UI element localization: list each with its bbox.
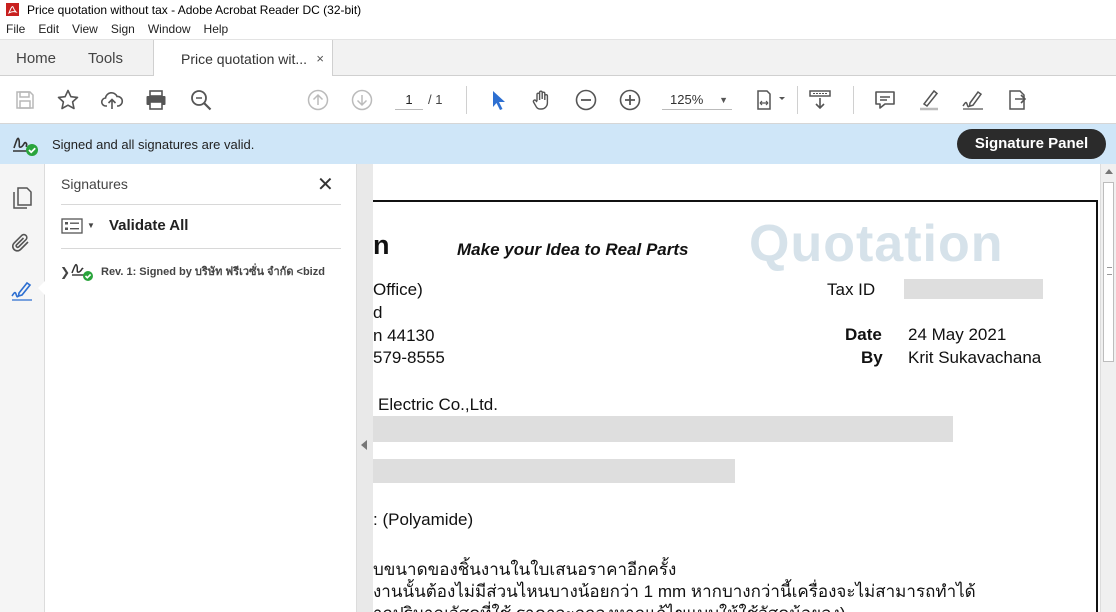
page-fit-icon[interactable]: [754, 88, 788, 112]
menu-file[interactable]: File: [6, 22, 25, 36]
title-bar: Price quotation without tax - Adobe Acro…: [0, 0, 1116, 19]
scroll-mode-icon[interactable]: [808, 88, 832, 112]
valid-signature-icon: [13, 137, 38, 156]
pane-collapse-strip[interactable]: [357, 164, 373, 612]
doc-watermark: Quotation: [749, 215, 1004, 273]
signatures-pane: Signatures ✕ ▼ Validate All ❯ Rev. 1: Si…: [45, 164, 357, 612]
pane-divider: [61, 204, 341, 205]
scrollbar-thumb[interactable]: [1103, 182, 1114, 362]
date-label: Date: [845, 325, 882, 344]
redacted-block: [373, 459, 735, 483]
zoom-level-select[interactable]: 125% ▼: [662, 90, 732, 110]
page-number-input[interactable]: 1: [395, 90, 423, 110]
by-value: Krit Sukavachana: [908, 348, 1042, 367]
left-navigation-rail: [0, 164, 46, 612]
note-line: ากปริมาณวัสดุที่ใช้ ราคาจะถูกลงหากแก้ไขแ…: [373, 600, 846, 612]
redacted-block: [904, 279, 1043, 299]
zoom-level-value: 125%: [670, 92, 704, 107]
next-page-icon[interactable]: [350, 88, 374, 112]
attachments-icon[interactable]: [10, 231, 34, 255]
menu-edit[interactable]: Edit: [38, 22, 59, 36]
toolbar-divider: [466, 86, 467, 114]
material-text: : (Polyamide): [373, 510, 474, 529]
toolbar-divider: [797, 86, 798, 114]
menu-help[interactable]: Help: [204, 22, 229, 36]
print-icon[interactable]: [144, 88, 168, 112]
date-value: 24 May 2021: [908, 325, 1007, 344]
redacted-block: [373, 416, 953, 442]
signature-status-text: Signed and all signatures are valid.: [52, 137, 255, 152]
tab-document-label: Price quotation wit...: [181, 50, 308, 67]
page-total: / 1: [428, 92, 443, 107]
tab-bar: Home Tools Price quotation wit... ×: [0, 40, 1116, 77]
by-label: By: [861, 348, 883, 367]
upload-cloud-icon[interactable]: [100, 88, 124, 112]
tab-document[interactable]: Price quotation wit... ×: [153, 40, 333, 77]
signature-status-banner: Signed and all signatures are valid.: [0, 124, 1116, 164]
more-tools-icon[interactable]: [1005, 88, 1029, 112]
zoom-out-icon[interactable]: [574, 88, 598, 112]
select-cursor-icon[interactable]: [487, 88, 511, 112]
signature-revision-item[interactable]: Rev. 1: Signed by บริษัท ฟรีเวซั่น จำกัด…: [101, 262, 349, 280]
signatures-icon[interactable]: [10, 279, 34, 303]
customer-name: Electric Co.,Ltd.: [378, 395, 498, 414]
chevron-right-icon[interactable]: ❯: [60, 265, 70, 279]
close-icon[interactable]: ✕: [317, 172, 334, 197]
scrollbar-grip: [1107, 267, 1112, 275]
acrobat-icon: [6, 3, 19, 16]
tab-close-button[interactable]: ×: [316, 51, 324, 66]
doc-heading-fragment: n: [373, 230, 390, 260]
menu-window[interactable]: Window: [148, 22, 191, 36]
pane-title: Signatures: [61, 176, 128, 192]
doc-tagline: Make your Idea to Real Parts: [457, 240, 689, 259]
doc-address-line: Office): [373, 280, 423, 299]
save-icon[interactable]: [13, 88, 37, 112]
vertical-scrollbar[interactable]: [1100, 164, 1116, 612]
doc-address-line: 579-8555: [373, 348, 445, 367]
document-view[interactable]: n Make your Idea to Real Parts Quotation…: [373, 164, 1100, 612]
fill-sign-icon[interactable]: [961, 88, 985, 112]
toolbar: 1 / 1 125% ▼: [0, 76, 1116, 124]
tab-home[interactable]: Home: [16, 40, 56, 76]
valid-signature-icon: [71, 263, 93, 281]
doc-address-line: d: [373, 303, 383, 322]
validate-all-button[interactable]: Validate All: [109, 217, 188, 234]
star-icon[interactable]: [56, 88, 80, 112]
previous-page-icon[interactable]: [306, 88, 330, 112]
doc-address-line: n 44130: [373, 326, 435, 345]
signature-panel-button[interactable]: Signature Panel: [957, 129, 1106, 159]
toolbar-divider: [853, 86, 854, 114]
scroll-up-arrow-icon[interactable]: [1105, 169, 1113, 174]
chevron-down-icon[interactable]: ▼: [87, 221, 95, 230]
highlight-pen-icon[interactable]: [917, 88, 941, 112]
page-thumbnails-icon[interactable]: [10, 186, 34, 210]
window-title: Price quotation without tax - Adobe Acro…: [27, 2, 362, 17]
tax-id-label: Tax ID: [827, 280, 876, 299]
comment-icon[interactable]: [873, 88, 897, 112]
pane-divider: [61, 248, 341, 249]
menu-view[interactable]: View: [72, 22, 98, 36]
menu-bar: File Edit View Sign Window Help: [0, 19, 1116, 40]
menu-sign[interactable]: Sign: [111, 22, 135, 36]
collapse-arrow-icon[interactable]: [361, 440, 367, 450]
hand-tool-icon[interactable]: [530, 88, 554, 112]
zoom-in-icon[interactable]: [618, 88, 642, 112]
zoom-search-icon[interactable]: [189, 88, 213, 112]
tab-tools[interactable]: Tools: [88, 40, 123, 76]
chevron-down-icon: ▼: [719, 95, 728, 105]
options-list-icon[interactable]: [61, 218, 83, 234]
